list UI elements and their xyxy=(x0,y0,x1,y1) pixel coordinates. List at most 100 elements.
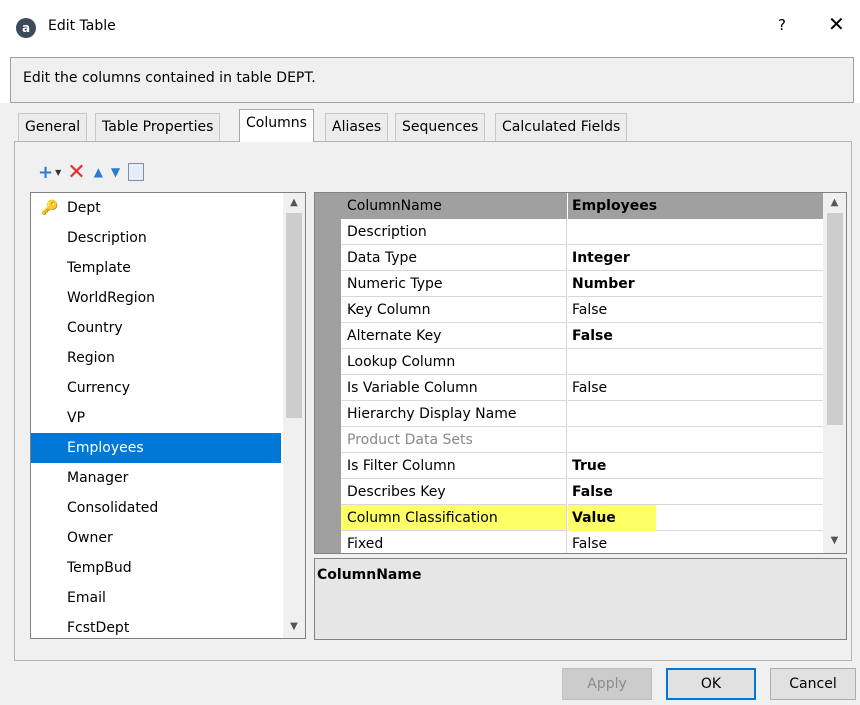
columns-list-scrollbar[interactable]: ▲ ▼ xyxy=(283,193,305,638)
add-dropdown-icon[interactable]: ▼ xyxy=(55,161,61,183)
list-item-label: Owner xyxy=(67,530,113,546)
scroll-down-icon[interactable]: ▼ xyxy=(823,535,846,546)
property-value[interactable]: False xyxy=(568,297,823,323)
property-help-panel: ColumnName xyxy=(314,558,847,640)
scroll-down-icon[interactable]: ▼ xyxy=(283,621,305,632)
toolbar: + ▼ ✕ ▲ ▼ xyxy=(38,160,152,185)
list-item-label: VP xyxy=(67,410,86,426)
property-row[interactable]: Key Column False xyxy=(341,297,823,323)
property-name: Product Data Sets xyxy=(341,427,567,453)
scroll-up-icon[interactable]: ▲ xyxy=(823,197,846,208)
list-item-label: FcstDept xyxy=(67,620,130,636)
grid-view-icon[interactable] xyxy=(128,163,145,181)
property-name: Column Classification xyxy=(341,505,567,531)
property-value[interactable]: Value xyxy=(568,505,823,531)
list-item[interactable]: Currency xyxy=(31,373,281,403)
property-row[interactable]: Data Type Integer xyxy=(341,245,823,271)
property-name: Lookup Column xyxy=(341,349,567,375)
list-item-label: Consolidated xyxy=(67,500,159,516)
help-title: ColumnName xyxy=(317,567,422,583)
delete-column-icon[interactable]: ✕ xyxy=(67,160,85,185)
property-row[interactable]: Fixed False xyxy=(341,531,823,553)
property-value[interactable]: Integer xyxy=(568,245,823,271)
list-item-label: Dept xyxy=(67,200,101,216)
app-icon: a xyxy=(16,18,36,38)
cancel-button[interactable]: Cancel xyxy=(770,668,856,700)
move-down-icon[interactable]: ▼ xyxy=(111,161,120,183)
property-name: ColumnName xyxy=(341,193,567,219)
property-value[interactable] xyxy=(568,401,823,427)
ok-button[interactable]: OK xyxy=(666,668,756,700)
property-name: Description xyxy=(341,219,567,245)
property-grid-gutter xyxy=(315,193,341,553)
property-row-header[interactable]: ColumnName Employees xyxy=(341,193,823,219)
scroll-thumb[interactable] xyxy=(827,213,843,425)
property-value[interactable]: Employees xyxy=(568,193,823,219)
property-value[interactable]: False xyxy=(568,531,823,553)
property-value[interactable] xyxy=(568,219,823,245)
property-row[interactable]: Is Filter Column True xyxy=(341,453,823,479)
property-row[interactable]: Alternate Key False xyxy=(341,323,823,349)
property-grid[interactable]: ColumnName Employees Description Data Ty… xyxy=(314,192,847,554)
property-value[interactable]: False xyxy=(568,375,823,401)
property-row[interactable]: Lookup Column xyxy=(341,349,823,375)
close-button[interactable]: ✕ xyxy=(828,12,845,36)
list-item[interactable]: Country xyxy=(31,313,281,343)
tab-aliases[interactable]: Aliases xyxy=(325,113,389,141)
property-grid-scrollbar[interactable]: ▲ ▼ xyxy=(823,193,846,553)
list-item[interactable]: Region xyxy=(31,343,281,373)
add-column-icon[interactable]: + xyxy=(38,161,53,183)
list-item-label: Employees xyxy=(67,440,144,456)
title-bar: a Edit Table ? ✕ xyxy=(0,0,860,58)
property-name: Describes Key xyxy=(341,479,567,505)
property-name: Fixed xyxy=(341,531,567,553)
list-item[interactable]: VP xyxy=(31,403,281,433)
property-value[interactable] xyxy=(568,427,823,453)
list-item[interactable]: FcstDept xyxy=(31,613,281,638)
tab-table-properties[interactable]: Table Properties xyxy=(95,113,221,141)
columns-list[interactable]: 🔑 Dept Description Template WorldRegion … xyxy=(30,192,306,639)
property-value[interactable] xyxy=(568,349,823,375)
scroll-thumb[interactable] xyxy=(286,213,302,418)
tab-columns[interactable]: Columns xyxy=(239,109,314,142)
list-item-label: Region xyxy=(67,350,115,366)
list-item-label: WorldRegion xyxy=(67,290,156,306)
property-value[interactable]: False xyxy=(568,323,823,349)
help-button[interactable]: ? xyxy=(778,16,786,34)
property-row[interactable]: Numeric Type Number xyxy=(341,271,823,297)
property-name: Hierarchy Display Name xyxy=(341,401,567,427)
property-row[interactable]: Is Variable Column False xyxy=(341,375,823,401)
property-value[interactable]: Number xyxy=(568,271,823,297)
list-item[interactable]: TempBud xyxy=(31,553,281,583)
move-up-icon[interactable]: ▲ xyxy=(94,161,103,183)
apply-button[interactable]: Apply xyxy=(562,668,652,700)
tab-general[interactable]: General xyxy=(18,113,88,141)
window-title: Edit Table xyxy=(48,18,116,34)
key-icon: 🔑 xyxy=(41,200,59,216)
list-item[interactable]: Owner xyxy=(31,523,281,553)
tab-sequences[interactable]: Sequences xyxy=(395,113,486,141)
list-item[interactable]: Email xyxy=(31,583,281,613)
property-row[interactable]: Description xyxy=(341,219,823,245)
scroll-up-icon[interactable]: ▲ xyxy=(283,197,305,208)
list-item[interactable]: Description xyxy=(31,223,281,253)
property-row[interactable]: Hierarchy Display Name xyxy=(341,401,823,427)
list-item-selected[interactable]: Employees xyxy=(31,433,281,463)
list-item[interactable]: WorldRegion xyxy=(31,283,281,313)
property-row[interactable]: Column Classification Value xyxy=(341,505,823,531)
list-item[interactable]: Manager xyxy=(31,463,281,493)
list-item-label: TempBud xyxy=(67,560,132,576)
property-row[interactable]: Describes Key False xyxy=(341,479,823,505)
property-name: Is Filter Column xyxy=(341,453,567,479)
list-item[interactable]: 🔑 Dept xyxy=(31,193,281,223)
list-item-label: Template xyxy=(67,260,131,276)
list-item[interactable]: Consolidated xyxy=(31,493,281,523)
property-name: Alternate Key xyxy=(341,323,567,349)
property-row[interactable]: Product Data Sets xyxy=(341,427,823,453)
property-name: Data Type xyxy=(341,245,567,271)
property-value[interactable]: False xyxy=(568,479,823,505)
property-value[interactable]: True xyxy=(568,453,823,479)
list-item[interactable]: Template xyxy=(31,253,281,283)
description-text: Edit the columns contained in table DEPT… xyxy=(23,70,316,86)
tab-calculated-fields[interactable]: Calculated Fields xyxy=(495,113,628,141)
